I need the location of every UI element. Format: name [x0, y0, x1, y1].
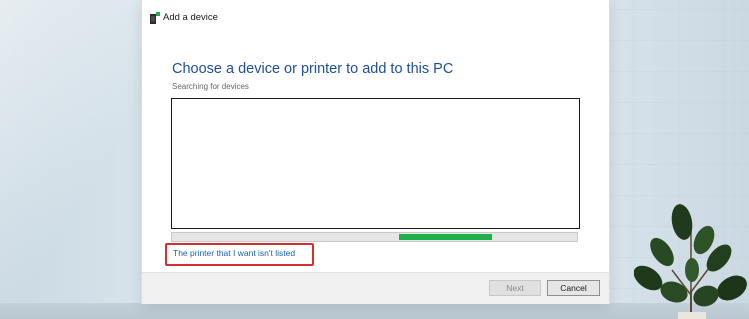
- search-status: Searching for devices: [172, 82, 249, 91]
- window-title: Add a device: [163, 12, 218, 23]
- page-heading: Choose a device or printer to add to thi…: [172, 61, 454, 77]
- device-add-icon: [150, 12, 160, 24]
- next-button[interactable]: Next: [489, 280, 541, 296]
- progress-indicator: [399, 234, 492, 240]
- device-list[interactable]: [171, 98, 580, 229]
- search-progress-bar: [171, 232, 578, 242]
- cancel-button[interactable]: Cancel: [547, 280, 600, 296]
- add-device-dialog: Add a device Choose a device or printer …: [142, 0, 609, 304]
- background-light: [0, 0, 150, 319]
- potted-plant-image: [634, 204, 747, 319]
- title-bar[interactable]: Add a device: [142, 0, 609, 36]
- dialog-footer: Next Cancel: [142, 272, 609, 304]
- printer-not-listed-link[interactable]: The printer that I want isn't listed: [173, 248, 295, 258]
